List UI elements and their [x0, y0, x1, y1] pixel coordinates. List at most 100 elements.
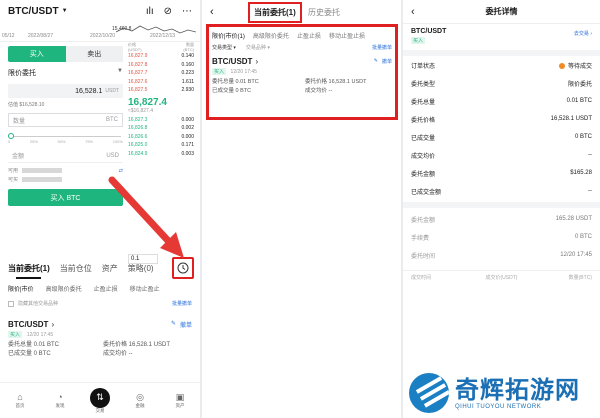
nav-assets[interactable]: ▣ 资产	[160, 383, 200, 418]
slider-label: 100%	[112, 139, 123, 144]
order-avg: 成交均价 --	[305, 88, 333, 94]
ask-row[interactable]: 16,827.9 0.140	[128, 52, 194, 61]
watermark-cn: 奇辉拓游网	[455, 375, 580, 404]
tab-current-orders[interactable]: 当前委托(1)	[8, 263, 50, 279]
slider-label: 50%	[57, 139, 66, 144]
col-fill-time: 成交时间	[411, 275, 432, 281]
blurred-value	[22, 177, 63, 183]
filter-pair[interactable]: 交易品种 ▾	[246, 44, 270, 51]
tab-tp-sl[interactable]: 止盈止损	[297, 31, 321, 40]
bid-row[interactable]: 16,826.6 0.000	[128, 133, 194, 142]
order-avg: 成交均价 --	[103, 351, 133, 357]
nav-trade[interactable]: ⇅ 交易	[80, 383, 120, 418]
clock-icon[interactable]: ⊘	[164, 6, 172, 17]
asks-list: 16,827.9 0.140 16,827.8 0.160 16,827.7 0.22…	[128, 52, 194, 95]
timeline-label: 2022/08/27	[28, 33, 54, 39]
detail-row: 成交均价 --	[411, 152, 592, 160]
tab-advanced-limit[interactable]: 高级限价委托	[253, 31, 289, 40]
back-arrow-icon[interactable]: ‹	[411, 6, 415, 18]
more-icon[interactable]: ⋯	[182, 6, 192, 17]
percent-slider[interactable]: 0 25% 50% 75% 100%	[8, 132, 123, 144]
ask-row[interactable]: 16,827.8 0.160	[128, 61, 194, 70]
tab-positions[interactable]: 当前仓位	[60, 263, 92, 274]
detail-row: 委托时间 12/20 17:45	[411, 252, 592, 260]
side-badge: 买入	[411, 37, 426, 44]
col-fill-qty: 数量(BTC)	[568, 275, 592, 281]
history-clock-icon[interactable]	[172, 257, 194, 279]
ask-row[interactable]: 16,827.6 1.611	[128, 78, 194, 87]
sell-tab[interactable]: 卖出	[65, 46, 123, 62]
orders-header: ‹ 当前委托(1) 历史委托	[202, 0, 401, 24]
subtab-limit-market[interactable]: 限价|市价	[8, 284, 34, 293]
tab-trailing[interactable]: 移动止盈止损	[329, 31, 365, 40]
chevron-down-icon[interactable]: ▼	[62, 8, 68, 14]
ask-row[interactable]: 16,827.5 2.930	[128, 86, 194, 95]
orders-list-panel: ‹ 当前委托(1) 历史委托 限价|市价(1) 高级限价委托 止盈止损 移动止盈…	[202, 0, 401, 418]
order-card[interactable]: BTC/USDT › ✎ 撤单 买入 12/20 17:45 委托总量 0.01…	[209, 53, 395, 96]
highlight-box: 限价|市价(1) 高级限价委托 止盈止损 移动止盈止损 交易类型 ▾ 交易品种 …	[206, 24, 398, 120]
go-trade-link[interactable]: 去交易 ›	[574, 30, 592, 37]
cancel-order-button[interactable]: 撤单	[382, 58, 392, 65]
bid-row[interactable]: 16,827.3 0.000	[128, 116, 194, 125]
edit-icon[interactable]: ✎	[374, 58, 378, 65]
subtab-tp-sl[interactable]: 止盈止损	[94, 284, 118, 293]
amount-input[interactable]: 金额 USD	[8, 149, 123, 163]
buy-tab[interactable]: 买入	[8, 46, 66, 62]
hide-checkbox[interactable]	[8, 300, 14, 307]
available-label: 可用	[8, 168, 19, 174]
filter-trade-type[interactable]: 交易类型 ▾	[212, 44, 236, 51]
bid-row[interactable]: 16,826.8 0.002	[128, 124, 194, 133]
back-arrow-icon[interactable]: ‹	[210, 6, 214, 18]
subtab-advanced-limit[interactable]: 高级限价委托	[46, 284, 82, 293]
tab-current-orders[interactable]: 当前委托(1)	[248, 2, 302, 23]
side-badge: 买入	[8, 331, 23, 338]
detail-row: 已成交量 0 BTC	[411, 134, 592, 142]
edit-icon[interactable]: ✎	[171, 320, 176, 329]
amount-unit: USD	[106, 152, 119, 159]
nav-home[interactable]: ⌂ 首页	[0, 383, 40, 418]
timeline-label: 05/12	[2, 33, 15, 39]
swap-icon[interactable]: ⇄	[119, 167, 123, 176]
timeline-price: 15,460.8	[112, 26, 132, 32]
trade-icon: ⇅	[90, 387, 110, 408]
quantity-input[interactable]: 数量 BTC	[8, 113, 123, 127]
nav-finance[interactable]: ◎ 金融	[120, 383, 160, 418]
order-book: 价格 (USDT) 数量 (BTC) 16,827.9 0.140 16,827.…	[128, 42, 194, 158]
last-price-usd: ≈$16,827.4	[128, 107, 153, 114]
orders-tabbar: 当前委托(1) 当前仓位 资产 策略(0)	[0, 256, 200, 280]
batch-cancel-button[interactable]: 批量撤单	[372, 44, 392, 51]
pending-icon	[558, 62, 565, 69]
tab-assets[interactable]: 资产	[102, 263, 118, 274]
site-watermark: 奇辉拓游网 QIHUI TUOYOU NETWORK	[409, 370, 599, 416]
quantity-unit: BTC	[106, 117, 118, 123]
blurred-value	[22, 168, 63, 174]
tab-strategies[interactable]: 策略(0)	[128, 263, 154, 274]
detail-header: ‹ 委托详情	[403, 0, 600, 24]
detail-pair: BTC/USDT 买入 去交易 ›	[403, 24, 600, 56]
mini-timeline: 05/12 2022/08/27 2022/10/20 2022/12/13 1…	[0, 22, 200, 42]
ask-row[interactable]: 16,827.7 0.223	[128, 69, 194, 78]
chart-icon[interactable]: ılı	[146, 6, 154, 17]
cancel-order-button[interactable]: 撤单	[180, 320, 192, 329]
buy-btc-button[interactable]: 买入 BTC	[8, 189, 123, 206]
order-type-select[interactable]: 限价委托 ▼	[8, 68, 123, 78]
tab-order-history[interactable]: 历史委托	[308, 7, 340, 18]
wallet-icon: ▣	[175, 392, 185, 402]
order-card[interactable]: BTC/USDT › ✎ 撤单 买入 12/20 17:45 委托总量 0.01…	[8, 320, 192, 359]
tab-limit-market[interactable]: 限价|市价(1)	[212, 31, 245, 40]
quantity-placeholder: 数量	[13, 118, 26, 125]
subtab-trailing[interactable]: 移动止盈止	[130, 284, 160, 293]
price-input[interactable]: 16,528.1 USDT	[8, 84, 123, 98]
nav-discover[interactable]: ◔ 发现	[40, 383, 80, 418]
order-detail-panel: ‹ 委托详情 BTC/USDT 买入 去交易 › 订单状态 等待成交 委托类型 限价…	[403, 0, 600, 418]
timeline-label: 2022/12/13	[150, 33, 176, 39]
order-price: 委托价格 16,528.1 USDT	[103, 342, 171, 348]
order-subtabs: 限价|市价 高级限价委托 止盈止损 移动止盈止	[0, 284, 200, 293]
batch-cancel-button[interactable]: 批量撤单	[172, 300, 192, 307]
watermark-logo-icon	[409, 373, 449, 413]
detail-row: 委托价格 16,528.1 USDT	[411, 116, 592, 124]
bid-row[interactable]: 16,825.0 0.171	[128, 141, 194, 150]
bid-row[interactable]: 16,824.9 0.003	[128, 150, 194, 159]
pair-title[interactable]: BTC/USDT	[8, 6, 59, 17]
price-unit: USDT	[105, 88, 119, 94]
